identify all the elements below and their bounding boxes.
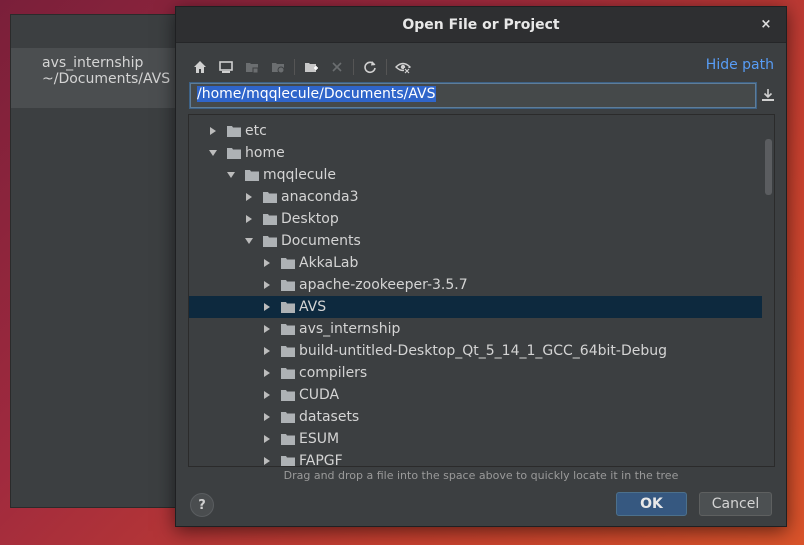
folder-icon <box>281 455 295 466</box>
folder-icon <box>263 191 277 203</box>
collapsed-arrow-icon[interactable] <box>261 433 273 445</box>
close-icon[interactable]: × <box>758 17 774 33</box>
folder-icon <box>245 169 259 181</box>
folder-icon <box>281 433 295 445</box>
tree-row-label: etc <box>245 123 267 139</box>
tree-row[interactable]: home <box>189 142 763 164</box>
tree-row-label: anaconda3 <box>281 189 359 205</box>
tree-row-label: apache-zookeeper-3.5.7 <box>299 277 468 293</box>
expanded-arrow-icon[interactable] <box>243 235 255 247</box>
tree-row[interactable]: Documents <box>189 230 763 252</box>
tree-row-label: Documents <box>281 233 361 249</box>
drag-drop-hint: Drag and drop a file into the space abov… <box>283 469 679 482</box>
collapsed-arrow-icon[interactable] <box>261 455 273 466</box>
collapsed-arrow-icon[interactable] <box>207 125 219 137</box>
collapsed-arrow-icon[interactable] <box>243 191 255 203</box>
tree-row[interactable]: AVS <box>189 296 763 318</box>
path-field[interactable]: /home/mqqlecule/Documents/AVS <box>190 83 756 108</box>
expanded-arrow-icon[interactable] <box>225 169 237 181</box>
refresh-icon[interactable] <box>360 57 380 77</box>
tree-row-label: datasets <box>299 409 360 425</box>
show-hidden-icon[interactable] <box>393 57 413 77</box>
tree-row[interactable]: apache-zookeeper-3.5.7 <box>189 274 763 296</box>
collapsed-arrow-icon[interactable] <box>261 345 273 357</box>
folder-icon <box>281 367 295 379</box>
tree-row[interactable]: Desktop <box>189 208 763 230</box>
tree-row-label: home <box>245 145 285 161</box>
collapsed-arrow-icon[interactable] <box>261 279 273 291</box>
tree-row-label: mqqlecule <box>263 167 336 183</box>
tree-row[interactable]: ESUM <box>189 428 763 450</box>
download-icon[interactable] <box>760 87 776 103</box>
folder-icon <box>281 411 295 423</box>
folder-icon <box>281 301 295 313</box>
home-icon[interactable] <box>190 57 210 77</box>
tree-row[interactable]: etc <box>189 120 763 142</box>
tree-row[interactable]: compilers <box>189 362 763 384</box>
folder-icon <box>281 257 295 269</box>
tree-row[interactable]: build-untitled-Desktop_Qt_5_14_1_GCC_64b… <box>189 340 763 362</box>
module-folder-icon <box>268 57 288 77</box>
tree-row-label: FAPGF <box>299 453 343 467</box>
delete-icon <box>327 57 347 77</box>
dialog-titlebar: Open File or Project × <box>176 7 786 43</box>
toolbar-separator <box>386 59 387 75</box>
folder-icon <box>281 279 295 291</box>
collapsed-arrow-icon[interactable] <box>261 323 273 335</box>
collapsed-arrow-icon[interactable] <box>261 301 273 313</box>
tree-row[interactable]: datasets <box>189 406 763 428</box>
folder-icon <box>227 147 241 159</box>
dialog-title: Open File or Project <box>402 16 560 33</box>
folder-icon <box>281 389 295 401</box>
folder-icon <box>281 345 295 357</box>
tree-row-label: avs_internship <box>299 321 401 337</box>
toolbar-separator <box>294 59 295 75</box>
folder-icon <box>263 235 277 247</box>
toolbar-separator <box>353 59 354 75</box>
folder-icon <box>263 213 277 225</box>
collapsed-arrow-icon[interactable] <box>261 367 273 379</box>
tree-scrollbar[interactable] <box>762 115 774 466</box>
tree-row[interactable]: avs_internship <box>189 318 763 340</box>
path-field-value: /home/mqqlecule/Documents/AVS <box>197 86 436 102</box>
tree-row[interactable]: AkkaLab <box>189 252 763 274</box>
project-folder-icon <box>242 57 262 77</box>
tree-row[interactable]: FAPGF <box>189 450 763 467</box>
tree-row[interactable]: CUDA <box>189 384 763 406</box>
file-tree[interactable]: etc home mqqlecule anaconda3 Desktop Document… <box>188 114 775 467</box>
tree-scroll-thumb[interactable] <box>765 139 772 195</box>
tree-row[interactable]: anaconda3 <box>189 186 763 208</box>
collapsed-arrow-icon[interactable] <box>261 389 273 401</box>
tree-row[interactable]: mqqlecule <box>189 164 763 186</box>
tree-row-label: build-untitled-Desktop_Qt_5_14_1_GCC_64b… <box>299 343 667 359</box>
ok-button[interactable]: OK <box>616 492 687 516</box>
open-file-dialog: Open File or Project × Hide path /home/m… <box>175 6 787 527</box>
toolbar <box>190 57 419 77</box>
folder-icon <box>227 125 241 137</box>
help-button[interactable]: ? <box>190 493 214 517</box>
folder-icon <box>281 323 295 335</box>
cancel-button[interactable]: Cancel <box>699 492 772 516</box>
expanded-arrow-icon[interactable] <box>207 147 219 159</box>
tree-row-label: ESUM <box>299 431 340 447</box>
hide-path-link[interactable]: Hide path <box>706 57 774 73</box>
tree-row-label: compilers <box>299 365 368 381</box>
collapsed-arrow-icon[interactable] <box>243 213 255 225</box>
tree-row-label: AVS <box>299 299 327 315</box>
desktop-icon[interactable] <box>216 57 236 77</box>
tree-row-label: CUDA <box>299 387 340 403</box>
tree-row-label: AkkaLab <box>299 255 359 271</box>
collapsed-arrow-icon[interactable] <box>261 411 273 423</box>
new-folder-icon[interactable] <box>301 57 321 77</box>
collapsed-arrow-icon[interactable] <box>261 257 273 269</box>
tree-row-label: Desktop <box>281 211 339 227</box>
